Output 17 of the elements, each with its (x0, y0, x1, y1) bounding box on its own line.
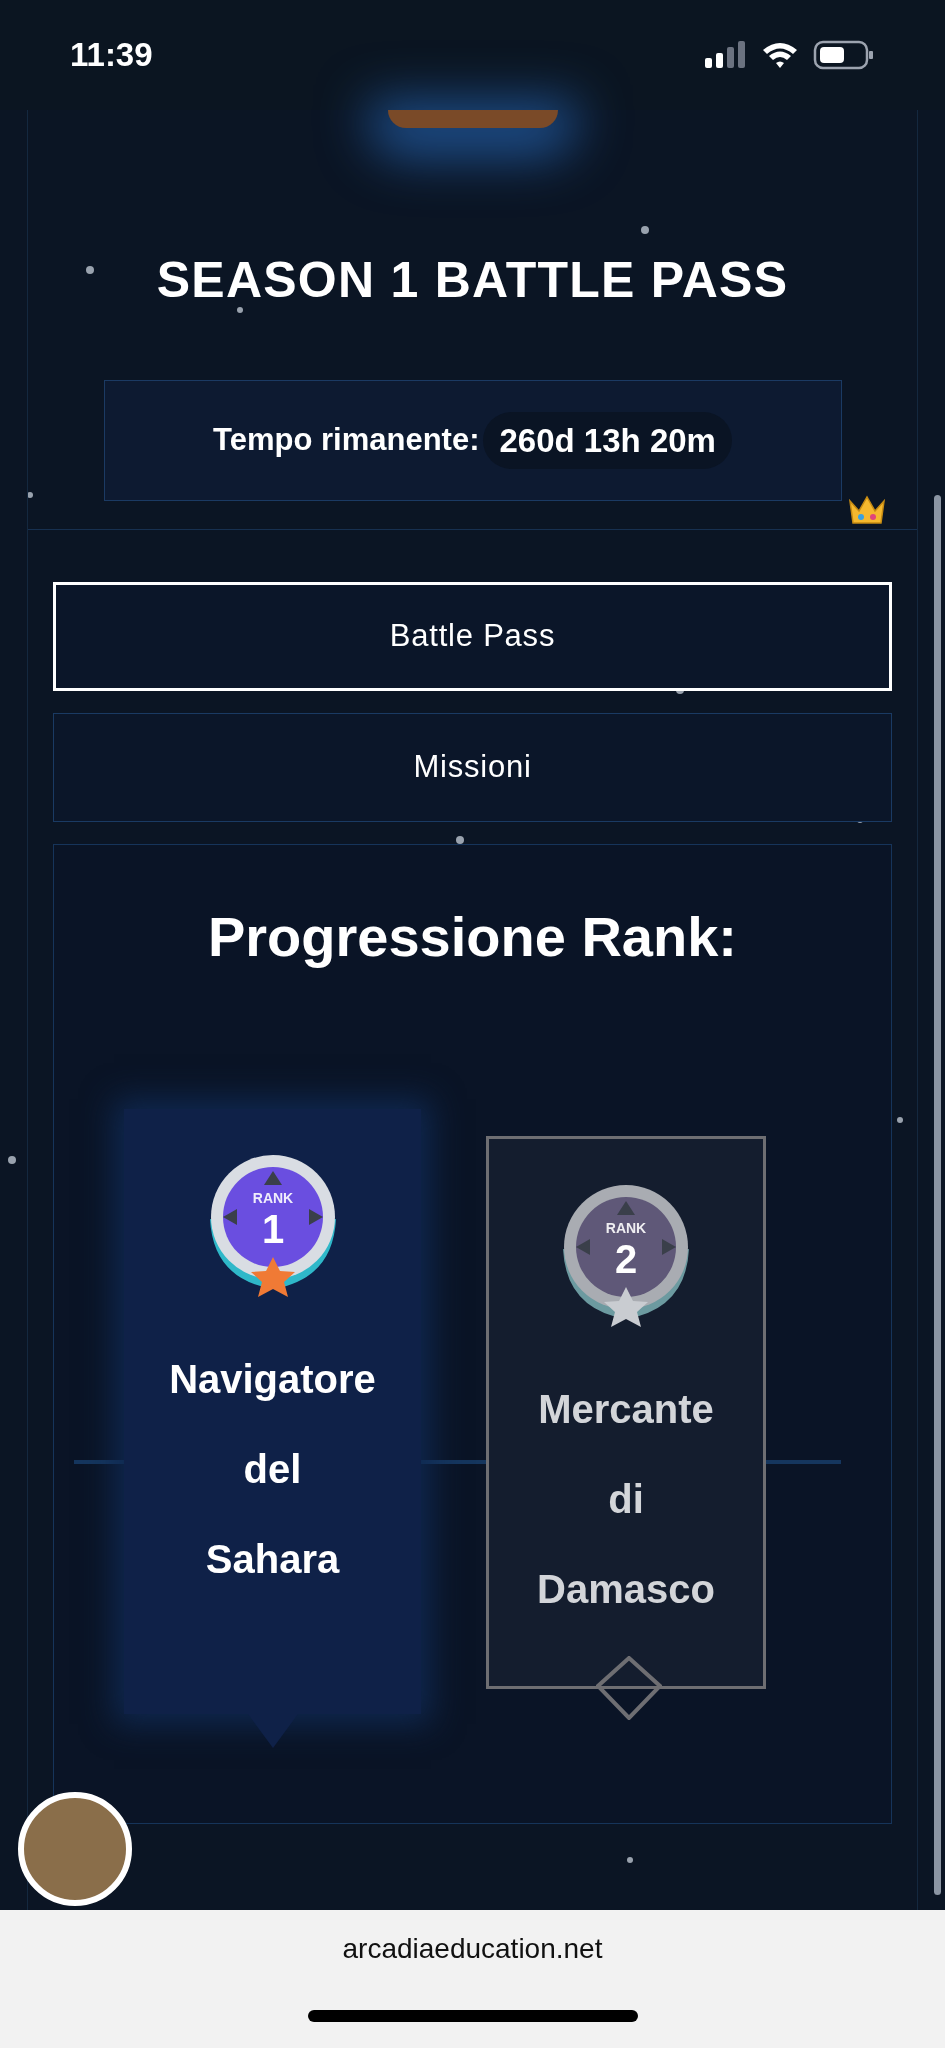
tab[interactable]: Missioni (53, 713, 892, 822)
rank-name: Navigatore (169, 1356, 376, 1403)
progression-title: Progressione Rank: (207, 904, 737, 970)
rank-name: Mercante (538, 1386, 714, 1433)
timer-label: Tempo rimanente: (213, 421, 480, 460)
crown-icon (847, 493, 887, 525)
rank-name: Sahara (205, 1536, 340, 1583)
timer-value: 260d 13h 20m (483, 411, 732, 470)
pointer-icon (248, 1714, 298, 1748)
season-title: SEASON 1 BATTLE PASS (156, 251, 789, 310)
url-text: arcadiaeducation.net (342, 1932, 603, 1966)
status-time: 11:39 (70, 35, 153, 76)
tab[interactable]: Battle Pass (53, 582, 892, 691)
pointer-icon (596, 1656, 662, 1720)
rank-name: Damasco (537, 1566, 715, 1613)
rank-name: del (243, 1446, 302, 1493)
rank-name: di (608, 1476, 644, 1523)
